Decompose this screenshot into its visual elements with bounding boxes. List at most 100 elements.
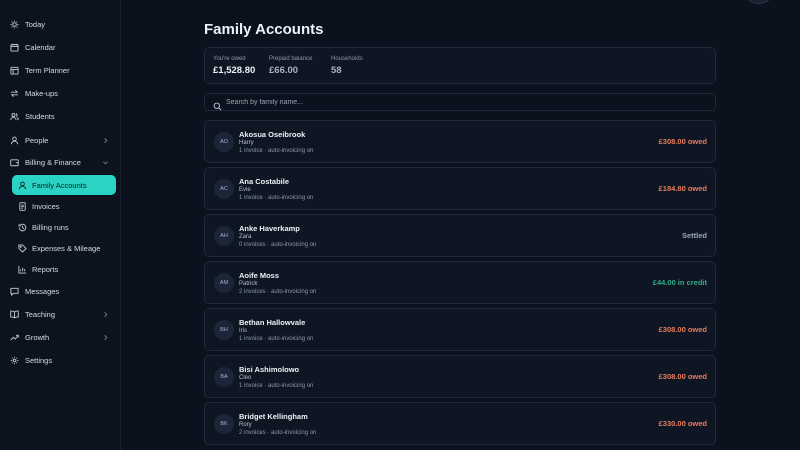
balance-status: £44.00 in credit [652,278,707,287]
balance-status: £308.00 owed [658,325,707,334]
search-icon [213,98,222,111]
avatar: BH [214,320,234,340]
student-name: Harry [239,140,254,146]
sidebar-item-reports[interactable]: Reports [0,259,121,279]
invoice-icon [18,201,27,211]
sidebar-item-people[interactable]: People [0,130,121,150]
sidebar-item-label: Family Accounts [32,180,87,190]
stat-value: £66.00 [269,65,299,76]
stat-label: You're owed [213,56,246,62]
sidebar-item-growth[interactable]: Growth [0,327,121,347]
sidebar-item-settings[interactable]: Settings [0,350,121,370]
sidebar-item-students[interactable]: Students [0,106,121,126]
sidebar-item-label: Growth [25,332,50,342]
sidebar-item-label: Messages [25,286,60,296]
history-icon [18,223,27,232]
invoice-meta: 1 invoice · auto-invoicing on [239,336,314,342]
avatar: BK [214,414,234,434]
tag-icon [18,243,27,253]
balance-status: £330.00 owed [658,419,707,428]
sidebar-item-label: Billing & Finance [25,157,81,167]
family-row[interactable]: AC Ana Costabile Evie 1 invoice · auto-i… [204,167,716,210]
sidebar-item-today[interactable]: Today [0,14,121,34]
swap-icon [10,89,19,98]
family-row[interactable]: AH Anke Haverkamp Zara 0 invoices · auto… [204,214,716,257]
stat-value: 58 [331,65,342,76]
student-name: Patrick [239,281,258,287]
sidebar-item-label: Term Planner [25,65,70,75]
sidebar-item-invoices[interactable]: Invoices [0,196,121,216]
family-row[interactable]: AM Aoife Moss Patrick 2 invoices · auto-… [204,261,716,304]
invoice-meta: 1 invoice · auto-invoicing on [239,195,314,201]
sidebar-item-label: Billing runs [32,222,69,232]
family-row[interactable]: BH Bethan Hallowvale Iris 1 invoice · au… [204,308,716,351]
sidebar-item-label: Settings [25,355,53,365]
stat-households: Households 58 [331,56,363,76]
sidebar-item-teaching[interactable]: Teaching [0,304,121,324]
student-name: Iris [239,328,247,334]
search-input[interactable] [226,96,706,109]
planner-icon [10,66,19,75]
sidebar-item-label: Calendar [25,42,56,52]
sidebar-item-label: Teaching [25,309,56,319]
family-row[interactable]: BA Bisi Ashimolowo Cleo 1 invoice · auto… [204,355,716,398]
sidebar-item-term-planner[interactable]: Term Planner [0,60,121,80]
balance-status: £308.00 owed [658,372,707,381]
stat-label: Households [331,56,363,62]
sidebar: Today Calendar Term Planner Make-ups Stu… [0,0,121,450]
sidebar-item-calendar[interactable]: Calendar [0,37,121,57]
sidebar-item-billing-runs[interactable]: Billing runs [0,217,121,237]
family-name: Ana Costabile [239,177,290,186]
sidebar-item-label: Expenses & Mileage [32,243,101,253]
invoice-meta: 2 invoices · auto-invoicing on [239,430,317,436]
chevron-right-icon [101,136,109,144]
family-name: Bridget Kellingham [239,412,308,421]
chevron-down-icon [101,158,109,166]
avatar: AC [214,179,234,199]
chart-icon [18,265,27,274]
sidebar-item-label: People [25,135,49,145]
sidebar-item-billing-finance[interactable]: Billing & Finance [0,152,121,172]
invoice-meta: 0 invoices · auto-invoicing on [239,242,317,248]
students-icon [10,112,19,121]
sidebar-item-label: Students [25,111,55,121]
growth-icon [10,333,19,342]
student-name: Evie [239,187,251,193]
family-row[interactable]: AO Akosua Oseibrook Harry 1 invoice · au… [204,120,716,163]
avatar: AO [214,132,234,152]
family-name: Anke Haverkamp [239,224,300,233]
sidebar-item-label: Invoices [32,201,60,211]
invoice-meta: 1 invoice · auto-invoicing on [239,383,314,389]
family-row[interactable]: BK Bridget Kellingham Rory 2 invoices · … [204,402,716,445]
user-avatar[interactable] [746,0,772,4]
stat-prepaid: Prepaid balance £66.00 [269,56,312,76]
stat-value: £1,528.80 [213,65,256,76]
sidebar-item-family-accounts[interactable]: Family Accounts [12,175,116,195]
sidebar-item-label: Reports [32,264,59,274]
family-name: Aoife Moss [239,271,280,280]
avatar: AH [214,226,234,246]
message-icon [10,287,19,296]
sidebar-item-messages[interactable]: Messages [0,281,121,301]
balance-status: £184.80 owed [658,184,707,193]
sidebar-item-label: Make-ups [25,88,58,98]
stat-owed: You're owed £1,528.80 [213,56,255,76]
page-title: Family Accounts [204,21,324,38]
invoice-meta: 1 invoice · auto-invoicing on [239,148,314,154]
family-name: Akosua Oseibrook [239,130,306,139]
student-name: Zara [239,234,252,240]
family-name: Bethan Hallowvale [239,318,306,327]
search-box[interactable] [204,93,716,111]
sidebar-item-make-ups[interactable]: Make-ups [0,83,121,103]
invoice-meta: 2 invoices · auto-invoicing on [239,289,317,295]
person-icon [18,181,27,190]
balance-status: Settled [681,231,707,240]
sidebar-item-label: Today [25,19,46,29]
sidebar-item-expenses-mileage[interactable]: Expenses & Mileage [0,238,121,258]
book-icon [10,310,19,319]
avatar: AM [214,273,234,293]
balance-status: £308.00 owed [658,137,707,146]
person-icon [10,136,19,145]
avatar: BA [214,367,234,387]
student-name: Rory [239,422,252,428]
